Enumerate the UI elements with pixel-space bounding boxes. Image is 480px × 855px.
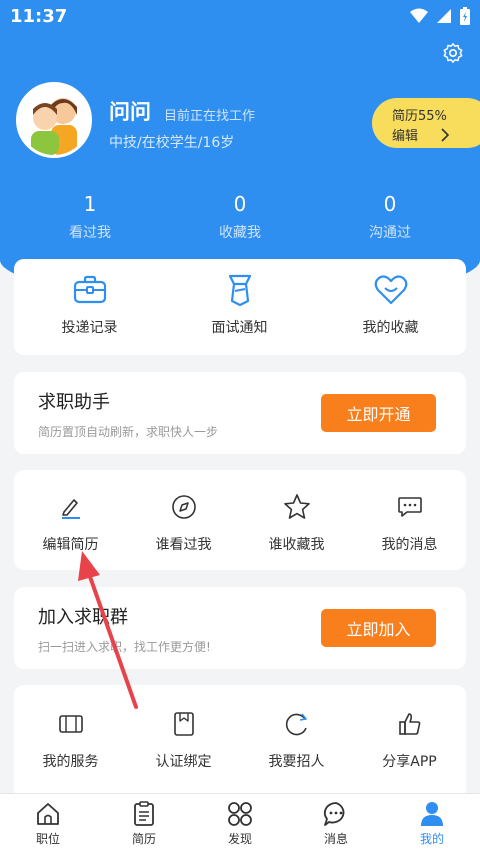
stat-saved-me[interactable]: 0 收藏我 bbox=[180, 192, 300, 242]
quick-action-label: 我的收藏 bbox=[362, 320, 419, 336]
star-icon bbox=[280, 490, 314, 524]
my-services-button[interactable]: 我的服务 bbox=[14, 707, 127, 771]
resume-tool-label: 谁收藏我 bbox=[268, 537, 325, 553]
join-group-card: 加入求职群 扫一扫进入求职，找工作更方便! 立即加入 bbox=[14, 587, 466, 669]
avatar-illustration bbox=[19, 85, 89, 155]
clipboard-icon bbox=[131, 801, 157, 827]
service-label: 我的服务 bbox=[42, 754, 99, 770]
resume-tools-card: 编辑简历 谁看过我 谁收藏我 我的消息 bbox=[14, 470, 466, 570]
resume-progress-pill[interactable]: 简历55% 编辑 bbox=[372, 98, 480, 148]
resume-tool-label: 我的消息 bbox=[381, 537, 438, 553]
briefcase-icon bbox=[73, 273, 107, 307]
stat-label: 收藏我 bbox=[219, 225, 261, 241]
nav-label: 简历 bbox=[131, 832, 156, 846]
quick-action-label: 投递记录 bbox=[61, 320, 118, 336]
service-label: 分享APP bbox=[382, 754, 437, 770]
stat-number: 1 bbox=[83, 192, 97, 216]
stat-label: 看过我 bbox=[69, 225, 111, 241]
nav-label: 职位 bbox=[35, 832, 60, 846]
grid-circles-icon bbox=[227, 801, 253, 827]
stat-contacted[interactable]: 0 沟通过 bbox=[330, 192, 450, 242]
services-card: 我的服务 认证绑定 我要招人 分享APP bbox=[14, 685, 466, 800]
my-favorites-button[interactable]: 我的收藏 bbox=[334, 273, 447, 337]
service-label: 我要招人 bbox=[268, 754, 325, 770]
nav-label: 发现 bbox=[227, 832, 252, 846]
join-group-title: 加入求职群 bbox=[38, 607, 128, 628]
edit-resume-button[interactable]: 编辑简历 bbox=[14, 490, 127, 554]
status-time: 11:37 bbox=[10, 6, 68, 27]
job-assistant-title: 求职助手 bbox=[38, 392, 110, 413]
compass-icon bbox=[167, 490, 201, 524]
person-icon bbox=[419, 801, 445, 827]
resume-tool-label: 谁看过我 bbox=[155, 537, 212, 553]
user-job-status: 目前正在找工作 bbox=[164, 109, 256, 124]
resume-edit-label: 编辑 bbox=[392, 129, 419, 144]
who-saved-me-button[interactable]: 谁收藏我 bbox=[240, 490, 353, 554]
stat-label: 沟通过 bbox=[369, 225, 411, 241]
signal-icon bbox=[437, 9, 451, 23]
join-group-subtitle: 扫一扫进入求职，找工作更方便! bbox=[38, 640, 211, 654]
nav-messages[interactable]: 消息 bbox=[288, 794, 384, 855]
refresh-icon bbox=[280, 707, 314, 741]
message-icon bbox=[393, 490, 427, 524]
auth-binding-button[interactable]: 认证绑定 bbox=[127, 707, 240, 771]
book-icon bbox=[54, 707, 88, 741]
pencil-icon bbox=[54, 490, 88, 524]
job-assistant-card: 求职助手 简历置顶自动刷新，求职快人一步 立即开通 bbox=[14, 372, 466, 454]
nav-label: 我的 bbox=[419, 832, 444, 846]
resume-tool-label: 编辑简历 bbox=[42, 537, 99, 553]
heart-icon bbox=[374, 273, 408, 307]
nav-label: 消息 bbox=[323, 832, 348, 846]
recruit-button[interactable]: 我要招人 bbox=[240, 707, 353, 771]
chevron-right-icon bbox=[441, 128, 450, 142]
stat-viewed-me[interactable]: 1 看过我 bbox=[30, 192, 150, 242]
nav-mine[interactable]: 我的 bbox=[384, 794, 480, 855]
delivery-records-button[interactable]: 投递记录 bbox=[33, 273, 146, 337]
activate-now-button[interactable]: 立即开通 bbox=[321, 394, 436, 432]
status-bar: 11:37 bbox=[0, 0, 480, 34]
status-icons bbox=[410, 7, 470, 25]
nav-discover[interactable]: 发现 bbox=[192, 794, 288, 855]
job-assistant-subtitle: 简历置顶自动刷新，求职快人一步 bbox=[38, 425, 219, 439]
service-label: 认证绑定 bbox=[155, 754, 212, 770]
stat-number: 0 bbox=[233, 192, 247, 216]
quick-action-label: 面试通知 bbox=[211, 320, 268, 336]
home-icon bbox=[35, 801, 61, 827]
battery-icon bbox=[460, 7, 470, 25]
tie-icon bbox=[223, 273, 257, 307]
wifi-icon bbox=[410, 8, 428, 23]
avatar[interactable] bbox=[16, 82, 92, 158]
bottom-navigation: 职位 简历 发现 消息 我的 bbox=[0, 793, 480, 855]
nav-resume[interactable]: 简历 bbox=[96, 794, 192, 855]
thumbs-up-icon bbox=[393, 707, 427, 741]
user-name: 问问 bbox=[109, 100, 151, 124]
user-info: 中技/在校学生/16岁 bbox=[109, 135, 235, 151]
stat-number: 0 bbox=[383, 192, 397, 216]
chat-bubble-icon bbox=[323, 801, 349, 827]
quick-actions-card: 投递记录 面试通知 我的收藏 bbox=[14, 259, 466, 355]
resume-percentage: 简历55% bbox=[392, 109, 447, 124]
who-viewed-me-button[interactable]: 谁看过我 bbox=[127, 490, 240, 554]
badge-icon bbox=[167, 707, 201, 741]
settings-gear-icon[interactable] bbox=[442, 42, 464, 64]
join-now-button[interactable]: 立即加入 bbox=[321, 609, 436, 647]
my-messages-button[interactable]: 我的消息 bbox=[353, 490, 466, 554]
interview-notice-button[interactable]: 面试通知 bbox=[183, 273, 296, 337]
nav-jobs[interactable]: 职位 bbox=[0, 794, 96, 855]
share-app-button[interactable]: 分享APP bbox=[353, 707, 466, 771]
